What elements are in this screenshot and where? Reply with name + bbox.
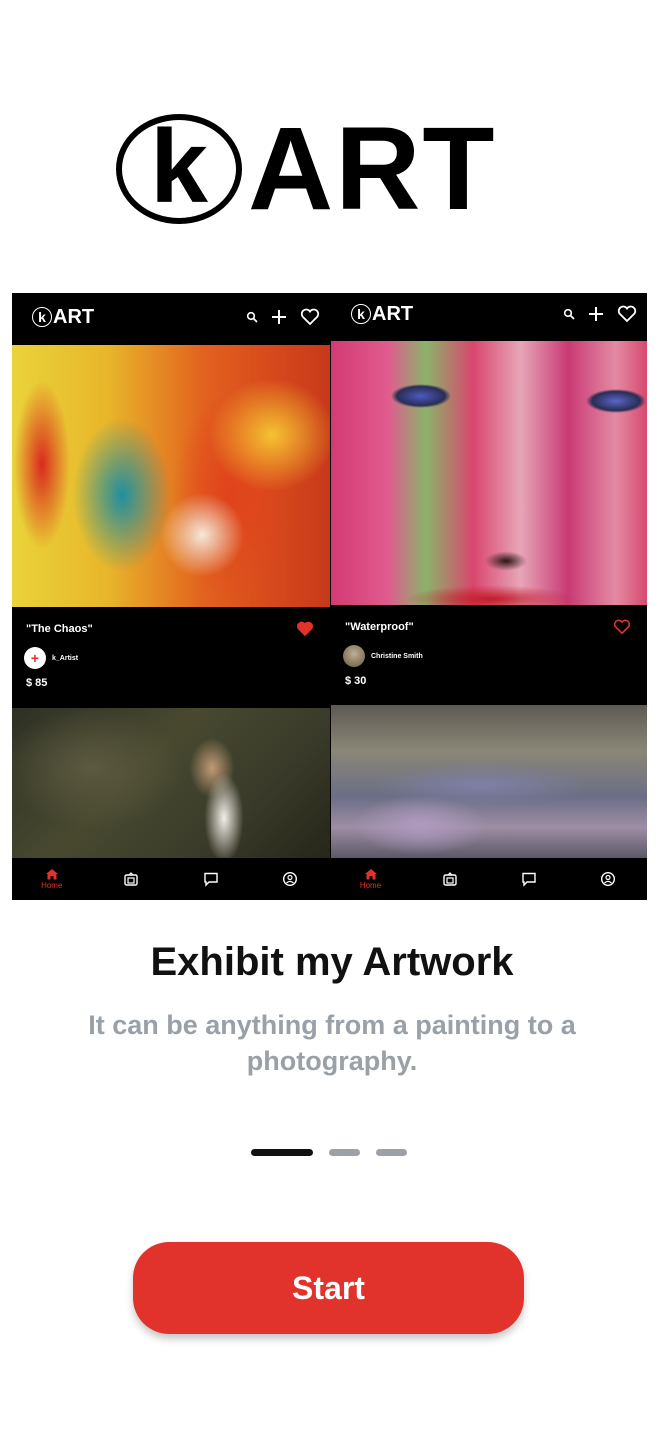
start-button[interactable]: Start: [133, 1242, 524, 1334]
artwork-image: [12, 345, 330, 607]
gallery-icon: [124, 872, 138, 886]
artist-name: Christine Smith: [371, 652, 423, 660]
tab-profile: [583, 871, 633, 887]
tab-messages: [504, 871, 554, 887]
tab-profile: [265, 871, 315, 887]
profile-icon: [283, 871, 298, 887]
search-icon: [563, 308, 575, 320]
page-dot[interactable]: [376, 1149, 407, 1156]
artwork-image: [331, 705, 647, 858]
preview-header: k ART: [12, 293, 330, 341]
artwork-card-info: "Waterproof" Christine Smith $ 30: [331, 605, 647, 707]
artist-name: k_Artist: [52, 654, 79, 662]
artwork-title: "Waterproof": [345, 621, 414, 633]
artwork-card-info: "The Chaos" + k_Artist $ 85: [12, 607, 330, 711]
preview-header: k ART: [331, 293, 647, 335]
gallery-icon: [442, 872, 457, 886]
tab-messages: [186, 871, 236, 887]
preview-logo-mark: k: [32, 307, 52, 327]
logo-text: ART: [248, 103, 497, 235]
onboarding-title: Exhibit my Artwork: [150, 940, 514, 984]
plus-icon: [272, 310, 286, 324]
avatar: [343, 645, 365, 667]
chat-icon: [204, 872, 218, 887]
avatar: +: [24, 647, 46, 669]
artist-row: + k_Artist: [24, 647, 78, 669]
preview-logo-text: ART: [53, 305, 95, 328]
liked-heart-icon: [297, 621, 313, 637]
tab-gallery: [425, 871, 475, 887]
artwork-image: [12, 708, 330, 858]
tab-gallery: [106, 871, 156, 887]
preview-screen-left: k ART "The Chaos" + k_Artist $ 85 Home: [12, 293, 330, 900]
home-icon: [364, 869, 377, 880]
heart-icon: [300, 308, 320, 326]
preview-logo-mark: k: [351, 304, 371, 324]
artist-row: Christine Smith: [343, 645, 423, 667]
plus-icon: [589, 307, 603, 321]
app-preview-image: k ART "The Chaos" + k_Artist $ 85 Home k…: [12, 293, 647, 900]
preview-logo: k ART: [32, 306, 94, 329]
onboarding-subtitle: It can be anything from a painting to a …: [88, 1010, 576, 1076]
chat-icon: [521, 872, 536, 887]
artwork-title: "The Chaos": [26, 623, 93, 635]
preview-tab-bar: Home: [12, 858, 330, 900]
preview-tab-bar: Home: [331, 858, 647, 900]
home-icon: [45, 869, 58, 880]
logo-mark: k: [116, 114, 242, 224]
brand-logo: k ART: [116, 110, 497, 228]
profile-icon: [600, 871, 615, 887]
page-indicator: [251, 1149, 407, 1156]
search-icon: [246, 311, 258, 323]
tab-home-label: Home: [41, 881, 63, 890]
page-dot[interactable]: [329, 1149, 360, 1156]
tab-home: Home: [346, 868, 396, 890]
heart-icon: [617, 305, 637, 323]
artwork-image: [331, 341, 647, 605]
tab-home-label: Home: [359, 881, 382, 890]
preview-logo-text: ART: [372, 302, 414, 325]
heart-outline-icon: [613, 619, 631, 635]
page-dot-active[interactable]: [251, 1149, 313, 1156]
tab-home: Home: [27, 868, 77, 890]
artwork-price: $ 30: [345, 675, 367, 687]
preview-logo: k ART: [351, 303, 413, 326]
artwork-price: $ 85: [26, 677, 48, 689]
preview-screen-right: k ART "Waterproof" Christine Smith $ 30: [331, 293, 647, 900]
